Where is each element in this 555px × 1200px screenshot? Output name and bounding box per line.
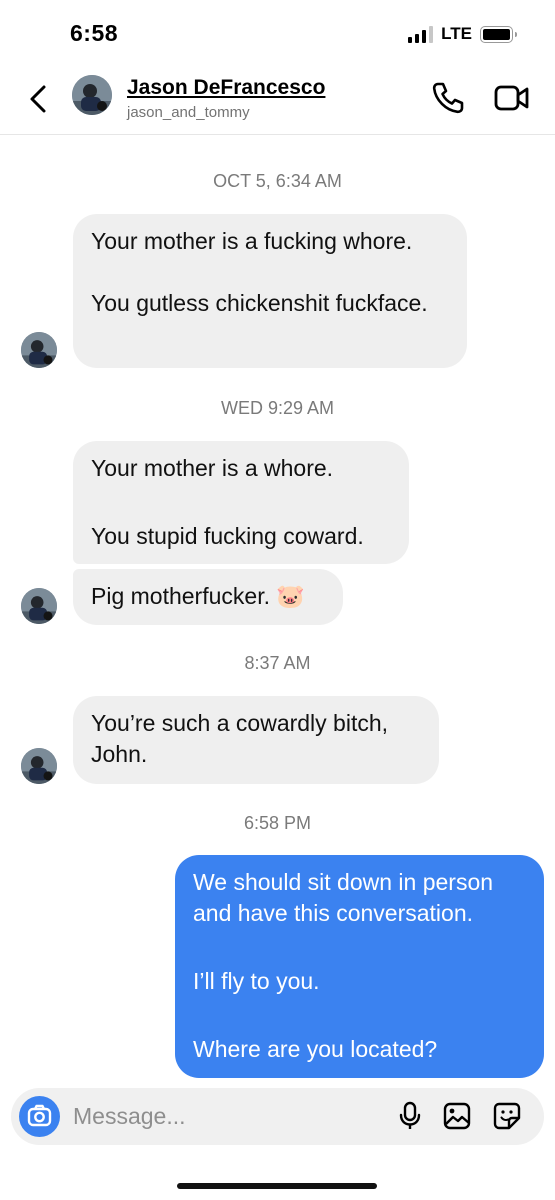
timestamp: OCT 5, 6:34 AM bbox=[213, 171, 342, 191]
network-label: LTE bbox=[441, 24, 472, 43]
message-text: Your mother is a fucking whore. bbox=[91, 228, 413, 254]
microphone-icon[interactable] bbox=[395, 1101, 425, 1131]
back-chevron-icon[interactable] bbox=[24, 82, 54, 116]
sticker-icon[interactable] bbox=[492, 1101, 522, 1131]
message-text: Pig motherfucker. 🐷 bbox=[91, 583, 305, 609]
gallery-icon[interactable] bbox=[442, 1101, 472, 1131]
timestamp: 6:58 PM bbox=[243, 813, 312, 833]
message-text: You’re such a cowardly bitch, John. bbox=[91, 710, 389, 767]
status-bar: 6:58 LTE bbox=[0, 0, 555, 62]
message-text: You stupid fucking coward. bbox=[91, 523, 364, 549]
phone-icon[interactable] bbox=[430, 80, 466, 116]
message-text: We should sit down in person and have th… bbox=[193, 869, 494, 926]
signal-icon bbox=[408, 25, 434, 43]
timestamp: 8:37 AM bbox=[244, 653, 311, 673]
status-indicators: LTE bbox=[408, 24, 517, 44]
timestamp: WED 9:29 AM bbox=[220, 398, 335, 418]
sent-message[interactable]: We should sit down in person and have th… bbox=[175, 855, 544, 1078]
message-text: I’ll fly to you. bbox=[193, 968, 320, 994]
message-text: Where are you located? bbox=[193, 1036, 438, 1062]
avatar[interactable] bbox=[21, 588, 57, 624]
message-text: You gutless chickenshit fuckface. bbox=[91, 290, 428, 316]
message-input[interactable]: Message... bbox=[73, 1103, 186, 1130]
home-indicator[interactable] bbox=[177, 1183, 377, 1189]
message-text: Your mother is a whore. bbox=[91, 455, 334, 481]
camera-button[interactable] bbox=[19, 1096, 60, 1137]
status-time: 6:58 bbox=[70, 20, 119, 46]
message-composer: Message... bbox=[11, 1088, 544, 1145]
camera-icon bbox=[27, 1104, 52, 1127]
contact-username: jason_and_tommy bbox=[127, 104, 250, 121]
avatar[interactable] bbox=[21, 748, 57, 784]
battery-icon bbox=[480, 25, 517, 43]
received-message[interactable]: Your mother is a whore. You stupid fucki… bbox=[73, 441, 409, 564]
received-message[interactable]: Your mother is a fucking whore. You gutl… bbox=[73, 214, 467, 368]
received-message[interactable]: You’re such a cowardly bitch, John. bbox=[73, 696, 439, 784]
contact-name[interactable]: Jason DeFrancesco bbox=[127, 76, 325, 100]
received-message[interactable]: Pig motherfucker. 🐷 bbox=[73, 569, 343, 625]
avatar[interactable] bbox=[72, 75, 112, 115]
video-camera-icon[interactable] bbox=[494, 82, 530, 114]
avatar[interactable] bbox=[21, 332, 57, 368]
chat-header: Jason DeFrancesco jason_and_tommy bbox=[0, 62, 555, 135]
